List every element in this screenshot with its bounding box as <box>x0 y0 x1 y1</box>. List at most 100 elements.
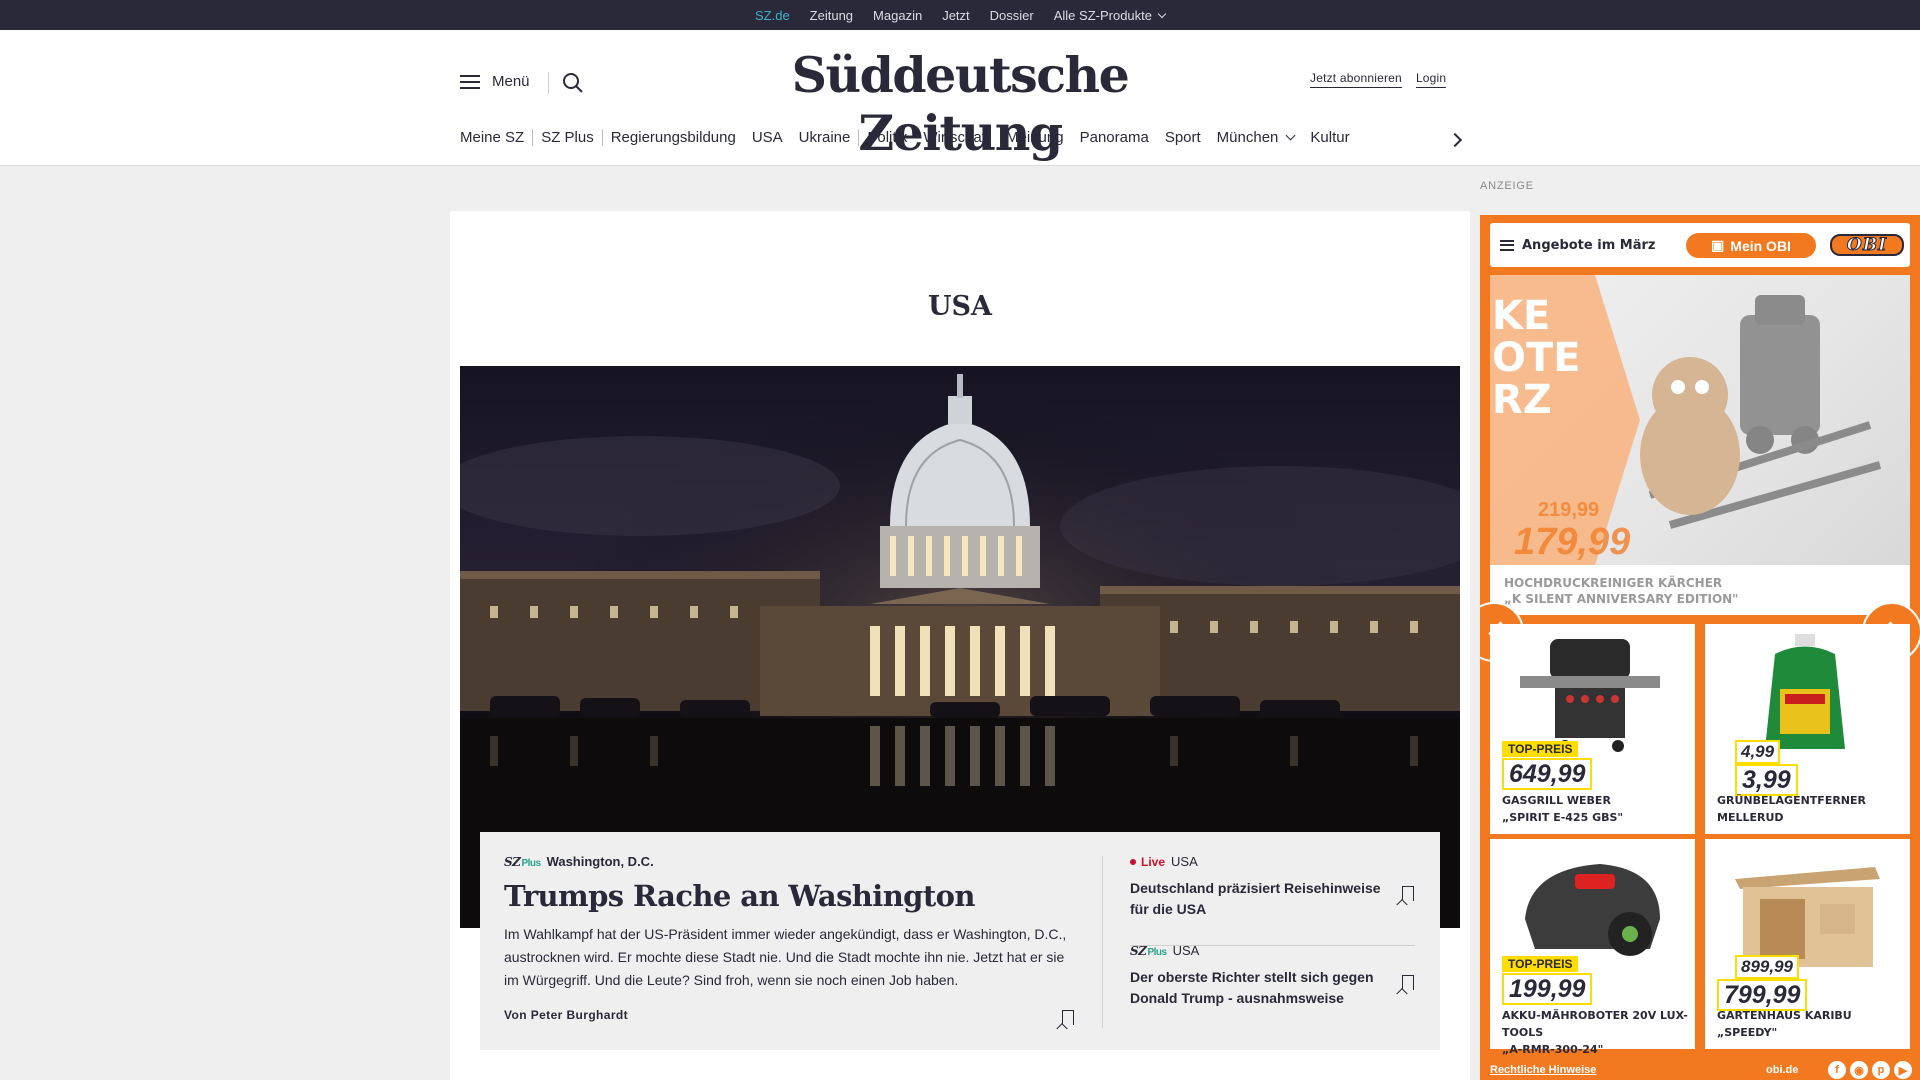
nav-item-politik[interactable]: Politik <box>859 129 915 146</box>
topbar-link-zeitung[interactable]: Zeitung <box>810 8 853 23</box>
top-service-bar: SZ.de Zeitung Magazin Jetzt Dossier Alle… <box>0 0 1920 30</box>
nav-scroll-right-icon[interactable] <box>1447 132 1463 148</box>
section-title: USA <box>928 291 992 322</box>
teaser-divider <box>1102 856 1103 1028</box>
lead-byline: Von Peter Burghardt <box>504 1008 629 1022</box>
ad-product-old-price: 899,99 <box>1735 955 1799 979</box>
ad-product-price-badge: TOP-PREIS 199,99 <box>1502 955 1593 1005</box>
side-article-kicker: Live USA <box>1130 854 1400 869</box>
bookmark-icon[interactable] <box>1402 975 1414 990</box>
nav-item-muenchen[interactable]: München <box>1209 129 1303 146</box>
nav-item-muenchen-label: München <box>1216 129 1279 146</box>
obi-logo[interactable]: OBI <box>1830 234 1904 256</box>
ad-product-name: GARTENHAUS KARIBU „SPEEDY" <box>1717 1009 1852 1039</box>
facebook-icon[interactable]: f <box>1828 1061 1846 1079</box>
garden-house-image <box>1735 867 1880 967</box>
site-header: Menü Süddeutsche Zeitung Jetzt abonniere… <box>0 30 1920 166</box>
topbar-link-dossier[interactable]: Dossier <box>990 8 1034 23</box>
sz-plus-badge: SZPlus <box>1130 944 1167 958</box>
side-article-category: USA <box>1172 943 1200 958</box>
ad-product-name: AKKU-MÄHROBOTER 20V LUX-TOOLS „A-RMR-300… <box>1502 1009 1688 1056</box>
bookmark-icon[interactable] <box>1062 1010 1074 1025</box>
lead-teaser[interactable]: SZPlus Washington, D.C. Trumps Rache an … <box>480 832 1440 1050</box>
side-article-headline[interactable]: Der oberste Richter stellt sich gegen Do… <box>1130 967 1400 1009</box>
sz-plus-badge: SZPlus <box>504 855 541 869</box>
ad-domain[interactable]: obi.de <box>1766 1064 1798 1076</box>
sz-plus-brand: SZ <box>1130 943 1147 958</box>
ad-menu-label[interactable]: Angebote im März <box>1522 238 1655 253</box>
menu-button[interactable]: Menü <box>460 73 530 90</box>
ad-product-price-badge: TOP-PREIS 649,99 <box>1502 740 1593 790</box>
hamburger-icon[interactable] <box>1500 239 1514 251</box>
ad-legal-link[interactable]: Rechtliche Hinweise <box>1490 1064 1596 1076</box>
chevron-down-icon <box>1285 130 1296 141</box>
search-icon[interactable] <box>562 72 584 94</box>
nav-item-sport[interactable]: Sport <box>1157 129 1209 146</box>
ad-product-name: GASGRILL WEBER „SPIRIT E-425 GBS" <box>1502 794 1624 824</box>
robot-mower-image <box>1525 864 1660 956</box>
main-navigation: Meine SZ SZ Plus Regierungsbildung USA U… <box>460 129 1358 146</box>
bookmark-icon[interactable] <box>1402 886 1414 901</box>
ad-product-price: 649,99 <box>1502 758 1593 790</box>
mein-obi-button[interactable]: ▣ Mein OBI <box>1686 233 1816 258</box>
nav-item-meine-sz[interactable]: Meine SZ <box>460 129 532 146</box>
nav-item-kultur[interactable]: Kultur <box>1302 129 1357 146</box>
ad-product-price-badge: 4,99 3,99 <box>1717 740 1798 796</box>
lead-teaser-text: Im Wahlkampf hat der US-Präsident immer … <box>504 926 1067 988</box>
youtube-icon[interactable]: ▶ <box>1894 1061 1912 1079</box>
lead-location: Washington, D.C. <box>546 854 654 869</box>
nav-item-regierungsbildung[interactable]: Regierungsbildung <box>603 129 744 146</box>
menu-label: Menü <box>492 73 530 90</box>
nav-item-usa[interactable]: USA <box>744 129 791 146</box>
sz-plus-brand: SZ <box>504 854 521 869</box>
ad-hero-offer[interactable]: KE OTE RZ 219,99 179,99 HOCHDRUCKREINIGE… <box>1490 275 1910 615</box>
ad-label: ANZEIGE <box>1480 180 1534 192</box>
ad-product-grill[interactable]: TOP-PREIS 649,99 GASGRILL WEBER „SPIRIT … <box>1490 624 1695 834</box>
grill-image <box>1520 639 1660 752</box>
topbar-link-szde[interactable]: SZ.de <box>755 8 790 23</box>
obi-advertisement[interactable]: Angebote im März ▣ Mein OBI OBI KE OTE R… <box>1480 215 1920 1080</box>
nav-item-meinung[interactable]: Meinung <box>998 129 1072 146</box>
side-article-1[interactable]: Live USA Deutschland präzisiert Reisehin… <box>1130 854 1400 920</box>
ad-topbar: Angebote im März ▣ Mein OBI OBI <box>1490 223 1910 267</box>
instagram-icon[interactable]: ◉ <box>1850 1061 1868 1079</box>
topbar-products-label: Alle SZ-Produkte <box>1053 7 1152 23</box>
ad-hero-old-price: 219,99 <box>1538 499 1600 521</box>
store-icon: ▣ <box>1711 237 1725 253</box>
lead-article[interactable]: SZPlus Washington, D.C. Trumps Rache an … <box>504 854 1074 992</box>
top-price-tag: TOP-PREIS <box>1502 741 1579 757</box>
nav-item-wirtschaft[interactable]: Wirtschaft <box>915 129 998 146</box>
topbar-link-products[interactable]: Alle SZ-Produkte <box>1053 7 1167 23</box>
ad-product-mower[interactable]: TOP-PREIS 199,99 AKKU-MÄHROBOTER 20V LUX… <box>1490 839 1695 1056</box>
ad-hero-price: 179,99 <box>1514 521 1631 563</box>
header-actions: Jetzt abonnieren Login <box>1310 71 1447 88</box>
ad-product-old-price: 4,99 <box>1735 740 1781 764</box>
hamburger-icon <box>460 74 480 89</box>
nav-item-sz-plus[interactable]: SZ Plus <box>533 129 602 146</box>
live-dot-icon <box>1130 858 1136 865</box>
ad-product-cleaner[interactable]: 4,99 3,99 GRÜNBELAGENTFERNER MELLERUD <box>1705 624 1910 834</box>
login-link[interactable]: Login <box>1415 71 1447 88</box>
top-price-tag: TOP-PREIS <box>1502 956 1579 972</box>
chevron-down-icon <box>1157 9 1167 18</box>
pinterest-icon[interactable]: p <box>1872 1061 1890 1079</box>
mein-obi-label: Mein OBI <box>1730 237 1791 254</box>
sz-plus-label: Plus <box>521 857 541 869</box>
main-content: USA SZPlus Washington, D.C. Trumps Rache… <box>450 211 1470 1080</box>
subscribe-link[interactable]: Jetzt abonnieren <box>1310 71 1402 88</box>
live-label: Live <box>1141 854 1166 869</box>
nav-item-ukraine[interactable]: Ukraine <box>791 129 859 146</box>
topbar-link-magazin[interactable]: Magazin <box>873 8 922 23</box>
nav-item-panorama[interactable]: Panorama <box>1072 129 1157 146</box>
lead-headline[interactable]: Trumps Rache an Washington <box>504 879 1074 913</box>
ad-product-price: 199,99 <box>1502 973 1593 1005</box>
ad-product-price-badge: 899,99 799,99 <box>1717 955 1808 1011</box>
side-article-headline[interactable]: Deutschland präzisiert Reisehinweise für… <box>1130 878 1400 920</box>
ad-product-gardenhouse[interactable]: 899,99 799,99 GARTENHAUS KARIBU „SPEEDY" <box>1705 839 1910 1049</box>
side-article-2[interactable]: SZPlus USA Der oberste Richter stellt si… <box>1130 943 1400 1009</box>
topbar-link-jetzt[interactable]: Jetzt <box>942 8 969 23</box>
ad-footer: Rechtliche Hinweise obi.de f ◉ p ▶ <box>1490 1059 1912 1080</box>
side-article-kicker: SZPlus USA <box>1130 943 1400 958</box>
ad-hero-overlay <box>1490 275 1910 615</box>
header-divider <box>548 72 549 94</box>
